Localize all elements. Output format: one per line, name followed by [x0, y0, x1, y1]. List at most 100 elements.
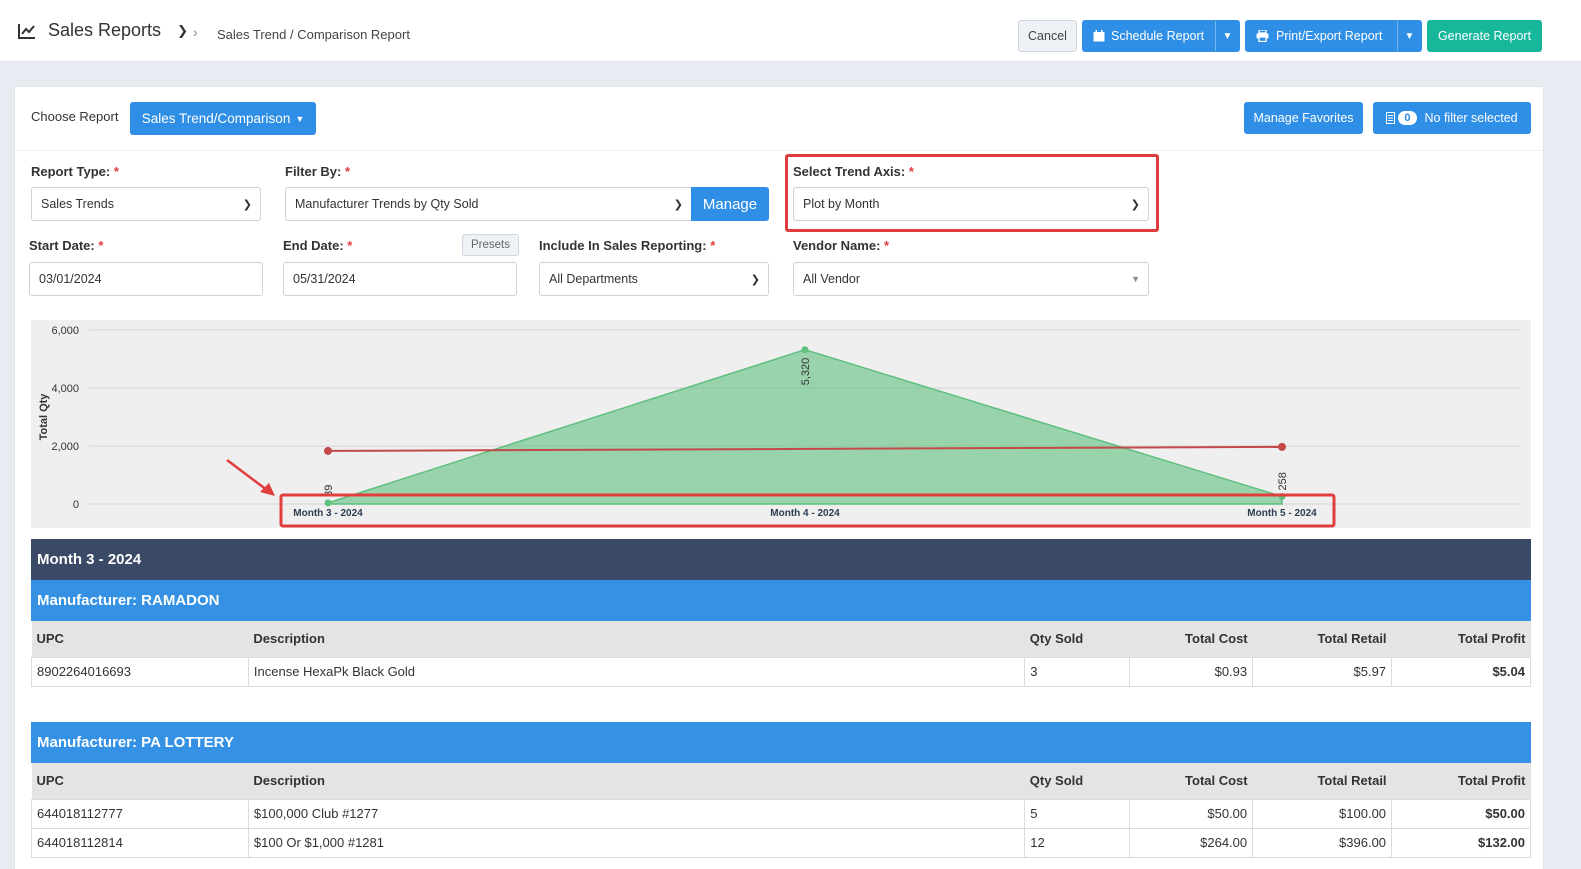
presets-button[interactable]: Presets: [462, 234, 519, 256]
table-row[interactable]: 644018112814 $100 Or $1,000 #1281 12 $26…: [31, 827, 1531, 858]
manage-favorites-button[interactable]: Manage Favorites: [1244, 102, 1363, 134]
cell-profit: $5.04: [1391, 656, 1531, 687]
area-point: [801, 346, 809, 354]
annotation-arrow-line: [226, 459, 268, 491]
column-header-profit[interactable]: Total Profit: [1391, 763, 1531, 799]
filter-count-badge: 0: [1398, 111, 1417, 125]
page-title: Sales Reports: [48, 20, 162, 40]
report-type-label: Report Type: *: [31, 164, 119, 179]
y-tick-label: 2,000: [51, 441, 79, 453]
cell-qty: 5: [1024, 798, 1131, 829]
start-date-input[interactable]: 03/01/2024: [29, 262, 263, 296]
chevron-down-icon: ❯: [673, 199, 683, 211]
cell-retail: $100.00: [1252, 798, 1393, 829]
y-axis-label: Total Qty: [38, 393, 50, 441]
chevron-down-icon: ▼: [295, 113, 305, 124]
cell-description: $100,000 Club #1277: [247, 798, 1026, 829]
chevron-down-icon[interactable]: ▼: [1215, 21, 1239, 51]
top-header: Sales Reports ❯ › Sales Trend / Comparis…: [0, 0, 1581, 62]
table-row[interactable]: 8902264016693 Incense HexaPk Black Gold …: [31, 656, 1531, 687]
data-label: 258: [1277, 472, 1289, 490]
end-date-input[interactable]: 05/31/2024: [283, 262, 517, 296]
app-brand[interactable]: Sales Reports ❯: [18, 20, 188, 41]
report-selector-label: Sales Trend/Comparison: [141, 111, 291, 126]
column-header-description[interactable]: Description: [248, 621, 1025, 657]
chevron-down-icon: ❯: [750, 274, 760, 286]
end-date-label: End Date: *: [283, 238, 353, 253]
line-point: [1278, 442, 1286, 451]
report-type-select[interactable]: Sales Trends ❯: [31, 187, 261, 221]
filter-by-select[interactable]: Manufacturer Trends by Qty Sold ❯: [285, 187, 691, 221]
filter-by-value: Manufacturer Trends by Qty Sold: [295, 197, 479, 211]
line-chart-icon: [18, 23, 35, 39]
cell-description: $100 Or $1,000 #1281: [247, 827, 1026, 858]
cell-cost: $50.00: [1129, 798, 1254, 829]
cell-profit: $132.00: [1391, 827, 1531, 858]
printer-icon: [1256, 30, 1269, 42]
cell-cost: $264.00: [1129, 827, 1254, 858]
generate-report-button[interactable]: Generate Report: [1427, 20, 1542, 52]
y-tick-label: 0: [73, 499, 79, 511]
data-label: 5,320: [800, 358, 812, 386]
cell-description: Incense HexaPk Black Gold: [247, 656, 1026, 687]
table-header-row: UPC Description Qty Sold Total Cost Tota…: [31, 763, 1531, 799]
table-row[interactable]: 644018112777 $100,000 Club #1277 5 $50.0…: [31, 798, 1531, 829]
vendor-name-value: All Vendor: [803, 272, 860, 286]
x-tick-label: Month 5 - 2024: [1247, 508, 1317, 519]
column-header-description[interactable]: Description: [248, 763, 1025, 799]
manage-filter-button[interactable]: Manage: [691, 187, 769, 221]
x-tick-label: Month 4 - 2024: [770, 508, 840, 519]
y-tick-label: 4,000: [51, 383, 79, 395]
cell-retail: $5.97: [1252, 656, 1393, 687]
column-header-qty[interactable]: Qty Sold: [1024, 621, 1130, 657]
print-export-label: Print/Export Report: [1276, 29, 1383, 43]
cell-upc: 644018112814: [31, 827, 249, 858]
area-point: [324, 499, 332, 507]
column-header-upc[interactable]: UPC: [31, 763, 249, 799]
cancel-button[interactable]: Cancel: [1018, 20, 1077, 52]
include-reporting-label: Include In Sales Reporting: *: [539, 238, 716, 253]
trend-chart-svg: 02,0004,0006,000Total Qty395,320258Month…: [38, 325, 1521, 528]
y-tick-label: 6,000: [51, 325, 79, 337]
schedule-report-button[interactable]: Schedule Report ▼: [1082, 20, 1240, 52]
vendor-name-select[interactable]: All Vendor ▼: [793, 262, 1149, 296]
calendar-icon: [1093, 30, 1105, 42]
report-card: Choose Report Sales Trend/Comparison ▼ M…: [14, 86, 1544, 869]
manufacturer-table: UPC Description Qty Sold Total Cost Tota…: [31, 763, 1531, 858]
filter-status-button[interactable]: 0 No filter selected: [1373, 102, 1531, 134]
schedule-report-label: Schedule Report: [1111, 29, 1205, 43]
x-tick-label: Month 3 - 2024: [293, 508, 363, 519]
column-header-retail[interactable]: Total Retail: [1252, 621, 1392, 657]
document-icon: [1386, 112, 1396, 124]
column-header-profit[interactable]: Total Profit: [1391, 621, 1531, 657]
line-point: [324, 446, 332, 455]
chevron-down-icon[interactable]: ▼: [1397, 21, 1421, 51]
report-selector-button[interactable]: Sales Trend/Comparison ▼: [130, 102, 316, 135]
cell-cost: $0.93: [1129, 656, 1254, 687]
column-header-cost[interactable]: Total Cost: [1129, 621, 1253, 657]
manufacturer-header: Manufacturer: PA LOTTERY: [31, 722, 1531, 763]
include-reporting-select[interactable]: All Departments ❯: [539, 262, 769, 296]
month-group-header: Month 3 - 2024: [31, 539, 1531, 580]
column-header-qty[interactable]: Qty Sold: [1024, 763, 1130, 799]
cell-upc: 8902264016693: [31, 656, 249, 687]
manufacturer-table: UPC Description Qty Sold Total Cost Tota…: [31, 621, 1531, 687]
choose-report-label: Choose Report: [31, 109, 119, 124]
cell-retail: $396.00: [1252, 827, 1393, 858]
chevron-down-icon[interactable]: ❯: [177, 23, 188, 39]
breadcrumb: Sales Trend / Comparison Report: [217, 27, 410, 42]
column-header-retail[interactable]: Total Retail: [1252, 763, 1392, 799]
include-reporting-value: All Departments: [549, 272, 638, 286]
filter-by-label: Filter By: *: [285, 164, 351, 179]
table-header-row: UPC Description Qty Sold Total Cost Tota…: [31, 621, 1531, 657]
choose-report-row: Choose Report Sales Trend/Comparison ▼ M…: [15, 87, 1543, 151]
trend-axis-highlight: [785, 154, 1159, 232]
cell-qty: 12: [1024, 827, 1131, 858]
filter-status-label: No filter selected: [1424, 111, 1518, 125]
print-export-button[interactable]: Print/Export Report ▼: [1245, 20, 1422, 52]
trend-chart: 0 2,000 4,000 6,000 Total Qty 39 5,320 258 Month…: [31, 320, 1531, 528]
cell-upc: 644018112777: [31, 798, 249, 829]
manufacturer-header: Manufacturer: RAMADON: [31, 580, 1531, 621]
column-header-cost[interactable]: Total Cost: [1129, 763, 1253, 799]
column-header-upc[interactable]: UPC: [31, 621, 249, 657]
